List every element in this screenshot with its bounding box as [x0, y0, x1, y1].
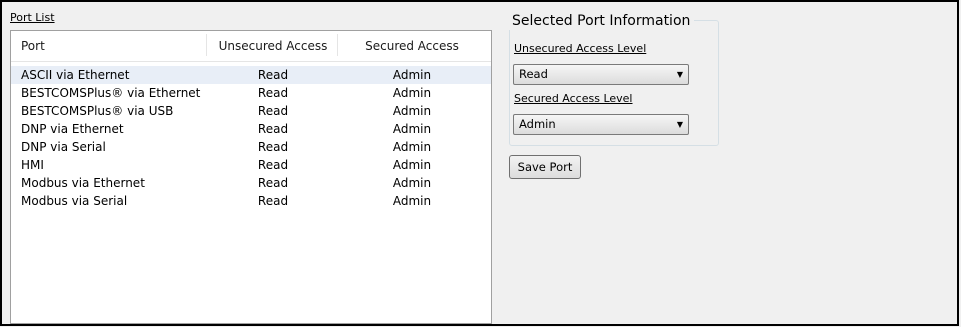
list-item[interactable]: BESTCOMSPlus® via USB Read Admin [11, 102, 491, 120]
column-header-secured-access[interactable]: Secured Access [337, 31, 487, 61]
port-security-panel: Port List Port Unsecured Access Secured … [0, 0, 959, 326]
list-item[interactable]: Modbus via Serial Read Admin [11, 192, 491, 210]
unsecured-access-value: Read [257, 104, 289, 118]
list-item[interactable]: DNP via Serial Read Admin [11, 138, 491, 156]
list-item[interactable]: Modbus via Ethernet Read Admin [11, 174, 491, 192]
secured-access-value: Admin [392, 104, 432, 118]
secured-access-value: Admin [392, 176, 432, 190]
list-item[interactable]: HMI Read Admin [11, 156, 491, 174]
port-name: DNP via Ethernet [21, 122, 124, 136]
secured-access-value: Admin [392, 158, 432, 172]
unsecured-access-value: Read [257, 194, 289, 208]
chevron-down-icon[interactable]: ▼ [677, 115, 683, 134]
column-header-unsecured-access[interactable]: Unsecured Access [209, 31, 337, 61]
unsecured-access-level-dropdown[interactable]: Read ▼ [513, 64, 689, 85]
unsecured-access-value: Read [257, 176, 289, 190]
port-name: BESTCOMSPlus® via USB [21, 104, 174, 118]
secured-access-value: Admin [392, 194, 432, 208]
port-name: DNP via Serial [21, 140, 106, 154]
selected-port-title: Selected Port Information [509, 13, 695, 30]
secured-access-level-value: Admin [519, 117, 556, 131]
unsecured-access-level-label: Unsecured Access Level [514, 42, 647, 55]
secured-access-level-dropdown[interactable]: Admin ▼ [513, 114, 689, 135]
save-port-button[interactable]: Save Port [509, 155, 581, 179]
unsecured-access-value: Read [257, 122, 289, 136]
secured-access-value: Admin [392, 86, 432, 100]
column-divider[interactable] [206, 34, 207, 56]
port-list-label: Port List [10, 11, 55, 24]
secured-access-value: Admin [392, 140, 432, 154]
unsecured-access-value: Read [257, 158, 289, 172]
port-name: Modbus via Ethernet [21, 176, 145, 190]
secured-access-value: Admin [392, 68, 432, 82]
port-name: HMI [21, 158, 44, 172]
secured-access-value: Admin [392, 122, 432, 136]
list-item[interactable]: DNP via Ethernet Read Admin [11, 120, 491, 138]
unsecured-access-level-value: Read [519, 67, 548, 81]
list-item[interactable]: BESTCOMSPlus® via Ethernet Read Admin [11, 84, 491, 102]
port-name: ASCII via Ethernet [21, 68, 130, 82]
port-list-header: Port Unsecured Access Secured Access [11, 31, 491, 62]
port-name: Modbus via Serial [21, 194, 128, 208]
list-item[interactable]: ASCII via Ethernet Read Admin [11, 66, 491, 84]
port-name: BESTCOMSPlus® via Ethernet [21, 86, 201, 100]
unsecured-access-value: Read [257, 68, 289, 82]
port-list-rows: ASCII via Ethernet Read Admin BESTCOMSPl… [11, 66, 491, 210]
column-header-port[interactable]: Port [21, 31, 45, 61]
chevron-down-icon[interactable]: ▼ [677, 65, 683, 84]
unsecured-access-value: Read [257, 86, 289, 100]
port-list[interactable]: Port Unsecured Access Secured Access ASC… [10, 30, 492, 324]
unsecured-access-value: Read [257, 140, 289, 154]
secured-access-level-label: Secured Access Level [514, 92, 633, 105]
